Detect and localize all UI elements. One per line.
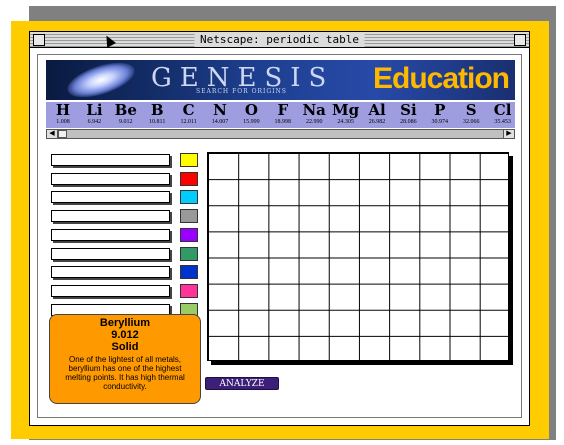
galaxy-icon	[63, 60, 139, 100]
color-swatch[interactable]	[180, 153, 198, 167]
element-description: One of the lightest of all metals, beryl…	[65, 355, 185, 391]
horizontal-scrollbar[interactable]: ◀ ▶	[46, 129, 515, 139]
element-mass: 12.011	[180, 119, 197, 125]
element-tile[interactable]: C 12.011	[174, 102, 204, 128]
element-mass: 1.008	[56, 119, 70, 125]
element-slot[interactable]	[51, 284, 170, 297]
element-symbol: Si	[400, 102, 417, 119]
element-symbol: H	[55, 102, 71, 119]
element-symbol: C	[182, 102, 195, 119]
element-strip: H 1.008 Li 6.942 Be 9.012 B 10.811 C 12.011 N 14.00…	[46, 102, 515, 128]
element-slot[interactable]	[51, 172, 170, 185]
element-mass: 28.086	[400, 119, 417, 125]
element-name: Beryllium	[99, 317, 151, 329]
element-slot[interactable]	[51, 210, 170, 223]
element-slot[interactable]	[51, 266, 170, 279]
analyze-button[interactable]: ANALYZE	[205, 377, 279, 390]
color-swatch[interactable]	[180, 209, 198, 224]
element-tile[interactable]: Li 6.942	[79, 102, 109, 128]
element-mass: 10.811	[149, 119, 166, 125]
element-symbol: S	[465, 102, 477, 119]
element-tile[interactable]: P 30.974	[425, 102, 455, 128]
element-tile[interactable]: B 10.811	[142, 102, 172, 128]
left-arrow-icon[interactable]: ◀	[47, 130, 58, 138]
element-symbol: F	[277, 102, 289, 119]
genesis-banner: GENESIS SEARCH FOR ORIGINS Education	[46, 60, 515, 100]
element-slot[interactable]	[51, 191, 170, 204]
element-slot[interactable]	[51, 247, 170, 260]
element-tile[interactable]: Na 22.990	[299, 102, 329, 128]
element-mass: 14.007	[211, 119, 229, 125]
window-title: Netscape: periodic table	[194, 32, 365, 47]
element-mass: 22.990	[305, 119, 323, 125]
element-mass: 26.982	[368, 119, 386, 125]
element-tile[interactable]: S 32.066	[456, 102, 486, 128]
education-title: Education	[372, 62, 510, 95]
element-mass: 6.942	[87, 119, 102, 125]
element-tile[interactable]: Be 9.012	[111, 102, 141, 128]
element-symbol: Li	[86, 102, 103, 119]
element-slot[interactable]	[51, 154, 170, 166]
element-mass: 24.305	[337, 119, 354, 125]
element-symbol: Na	[302, 102, 326, 119]
element-mass: 9.012	[119, 119, 133, 125]
element-state: Solid	[111, 341, 139, 353]
element-symbol: N	[213, 102, 227, 119]
element-tile[interactable]: Si 28.086	[393, 102, 423, 128]
element-mass: 32.066	[462, 119, 480, 125]
zoom-box-icon[interactable]	[514, 34, 526, 46]
element-symbol: Cl	[493, 102, 512, 119]
element-mass: 15.999	[243, 119, 260, 125]
element-tile[interactable]: H 1.008	[48, 102, 78, 128]
color-swatch[interactable]	[180, 227, 198, 242]
browser-window: Netscape: periodic table GENESIS SEARCH …	[29, 31, 530, 426]
color-swatch[interactable]	[180, 190, 198, 205]
element-tile[interactable]: O 15.999	[236, 102, 266, 128]
drop-grid[interactable]	[207, 152, 509, 361]
element-symbol: B	[150, 102, 164, 119]
element-symbol: P	[434, 102, 446, 119]
color-swatch[interactable]	[180, 171, 198, 186]
element-slot[interactable]	[51, 228, 170, 241]
color-swatch[interactable]	[180, 246, 198, 261]
title-bar[interactable]: Netscape: periodic table	[30, 32, 529, 48]
element-symbol: Al	[368, 102, 386, 119]
element-mass: 35.453	[494, 119, 511, 125]
scroll-thumb[interactable]	[58, 130, 67, 138]
element-tile[interactable]: Cl 35.453	[488, 102, 515, 128]
element-symbol: O	[244, 102, 258, 119]
element-tile[interactable]: N 14.007	[205, 102, 235, 128]
right-arrow-icon[interactable]: ▶	[503, 130, 514, 138]
element-tile[interactable]: Mg 24.305	[331, 102, 361, 128]
color-swatch[interactable]	[180, 265, 198, 280]
color-swatch[interactable]	[180, 283, 198, 298]
element-mass: 18.998	[274, 119, 292, 125]
close-box-icon[interactable]	[33, 34, 45, 46]
element-tile[interactable]: Al 26.982	[362, 102, 392, 128]
element-mass: 30.974	[431, 119, 449, 125]
element-symbol: Be	[114, 102, 137, 119]
element-tile[interactable]: F 18.998	[268, 102, 298, 128]
page-content: GENESIS SEARCH FOR ORIGINS Education H 1.…	[37, 54, 522, 418]
element-weight: 9.012	[111, 329, 139, 341]
element-info-card: Beryllium 9.012 Solid One of the lightes…	[49, 314, 201, 404]
banner-tagline: SEARCH FOR ORIGINS	[196, 88, 287, 95]
mouse-cursor-icon	[102, 33, 116, 48]
element-symbol: Mg	[332, 102, 360, 119]
